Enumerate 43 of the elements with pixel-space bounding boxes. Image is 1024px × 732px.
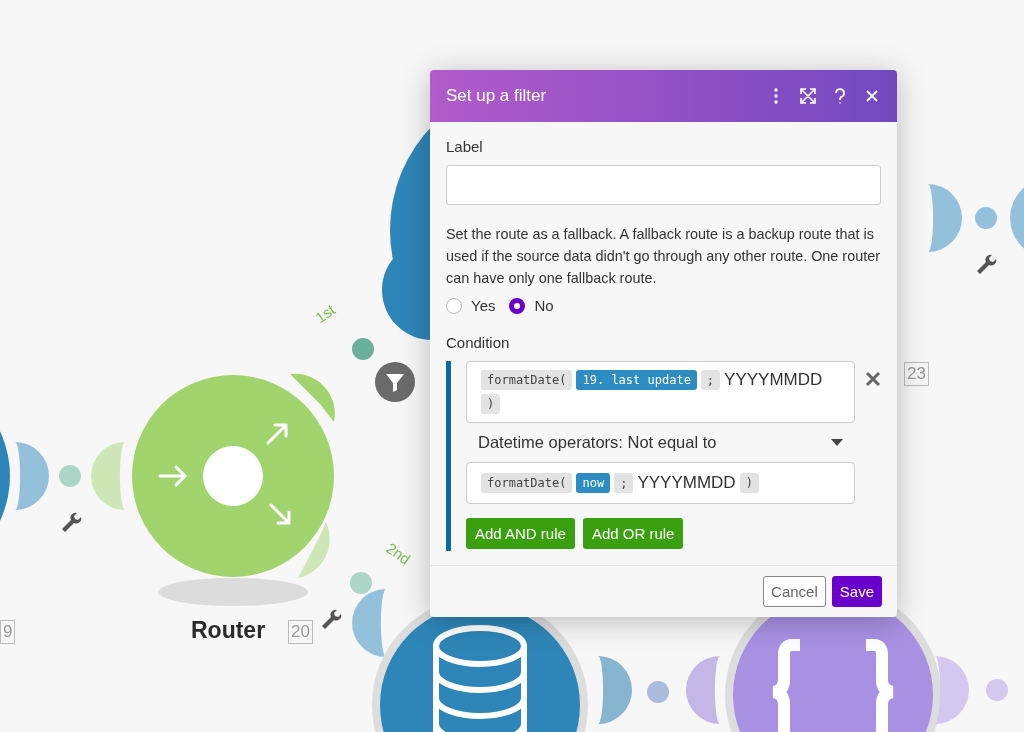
route-label: 2nd xyxy=(383,539,414,568)
module-number: 9 xyxy=(0,620,16,644)
separator-token: ; xyxy=(700,370,721,390)
separator-token: ; xyxy=(614,473,634,493)
save-button[interactable]: Save xyxy=(831,576,882,607)
module-number: 23 xyxy=(904,362,929,386)
expression-text: YYYYMMDD xyxy=(724,370,823,390)
dialog-title: Set up a filter xyxy=(446,86,548,106)
function-token: formatDate( xyxy=(481,473,573,493)
function-token: ) xyxy=(739,473,759,493)
cancel-button[interactable]: Cancel xyxy=(763,576,826,607)
filter-icon[interactable] xyxy=(375,362,415,402)
expression-text: YYYYMMDD xyxy=(637,473,736,493)
radio-option[interactable]: No xyxy=(509,297,554,314)
wrench-icon[interactable] xyxy=(322,609,342,629)
wrench-icon[interactable] xyxy=(62,512,82,532)
variable-token: 19. last update xyxy=(576,370,697,390)
connector-dot[interactable] xyxy=(647,681,669,703)
connector-dot[interactable] xyxy=(350,572,372,594)
variable-token: now xyxy=(576,473,611,493)
operator-text: Datetime operators: Not equal to xyxy=(478,433,717,452)
label-input[interactable] xyxy=(446,165,881,205)
expression-field[interactable]: formatDate( 19. last update ; YYYYMMDD ) xyxy=(466,361,855,423)
radio-option[interactable]: Yes xyxy=(446,297,496,314)
module-number: 20 xyxy=(288,620,313,644)
expression-field[interactable]: formatDate( now ; YYYYMMDD ) xyxy=(466,462,855,504)
route-label: 1st xyxy=(311,300,339,327)
connector-dot[interactable] xyxy=(975,207,997,229)
field-label: Condition xyxy=(446,334,511,351)
wrench-icon[interactable] xyxy=(977,254,997,274)
caret-icon xyxy=(831,438,843,447)
expand-icon[interactable] xyxy=(799,87,817,105)
connector-dot[interactable] xyxy=(59,465,81,487)
module-name: Router xyxy=(191,617,266,644)
function-token: formatDate( xyxy=(481,370,573,390)
function-token: ) xyxy=(481,394,501,414)
field-label: Label xyxy=(446,138,484,155)
router-module[interactable] xyxy=(132,375,334,577)
connector-dot[interactable] xyxy=(352,338,374,360)
fallback-description: Set the route as a fallback. A fallback route is a backup route that is used if the source data didn't go through any other route. One router can have only one fallback route. xyxy=(446,225,881,288)
connector-dot[interactable] xyxy=(986,679,1008,701)
delete-icon[interactable] xyxy=(865,371,881,387)
operator-dropdown[interactable]: Datetime operators: Not equal to xyxy=(466,423,855,462)
